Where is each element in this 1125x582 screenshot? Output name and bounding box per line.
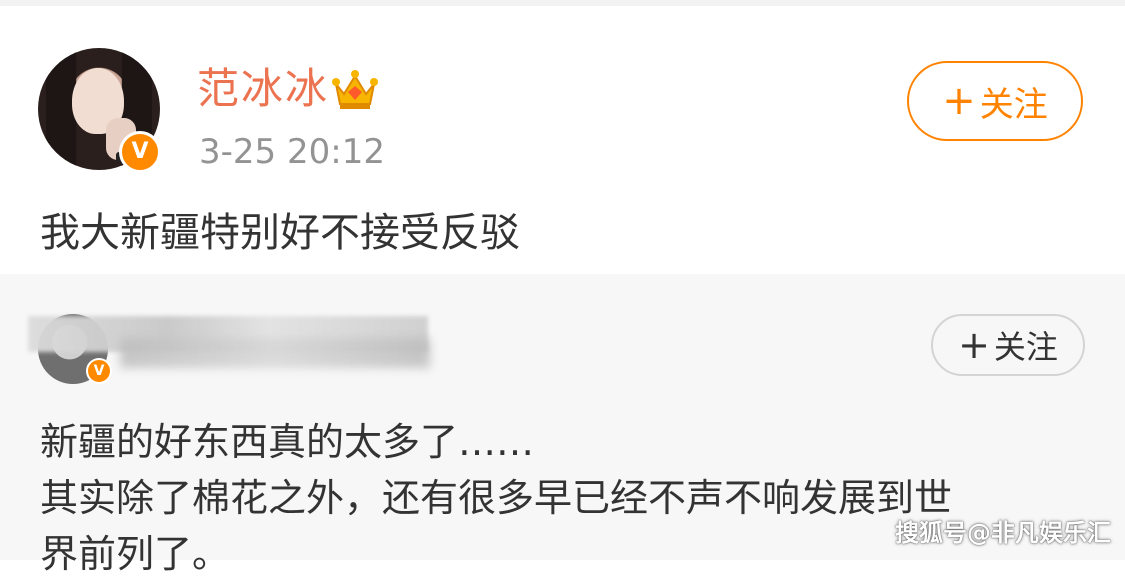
post-timestamp: 3-25 20:12: [199, 132, 385, 172]
weibo-post: V 范冰冰 3-25 20:12 + 关注 我大新疆特别好不接受反驳: [0, 6, 1125, 274]
verified-v-icon: V: [86, 358, 112, 384]
follow-label: 关注: [979, 84, 1048, 125]
follow-button[interactable]: + 关注: [907, 61, 1083, 141]
repost-follow-button[interactable]: + 关注: [931, 314, 1085, 376]
username[interactable]: 范冰冰: [197, 64, 329, 114]
plus-icon: +: [942, 78, 976, 124]
follow-label: 关注: [993, 328, 1058, 366]
plus-icon: +: [958, 323, 990, 367]
blurred-username-shadow: [120, 338, 430, 368]
crown-icon: [332, 70, 378, 109]
repost-line: 新疆的好东西真的太多了……: [40, 420, 535, 464]
repost-text: 新疆的好东西真的太多了…… 其实除了棉花之外，还有很多早已经不声不响发展到世 界…: [40, 414, 1100, 582]
watermark: 搜狐号@非凡娱乐汇: [895, 519, 1111, 547]
post-text: 我大新疆特别好不接受反驳: [40, 210, 520, 256]
verified-v-icon: V: [119, 131, 161, 173]
